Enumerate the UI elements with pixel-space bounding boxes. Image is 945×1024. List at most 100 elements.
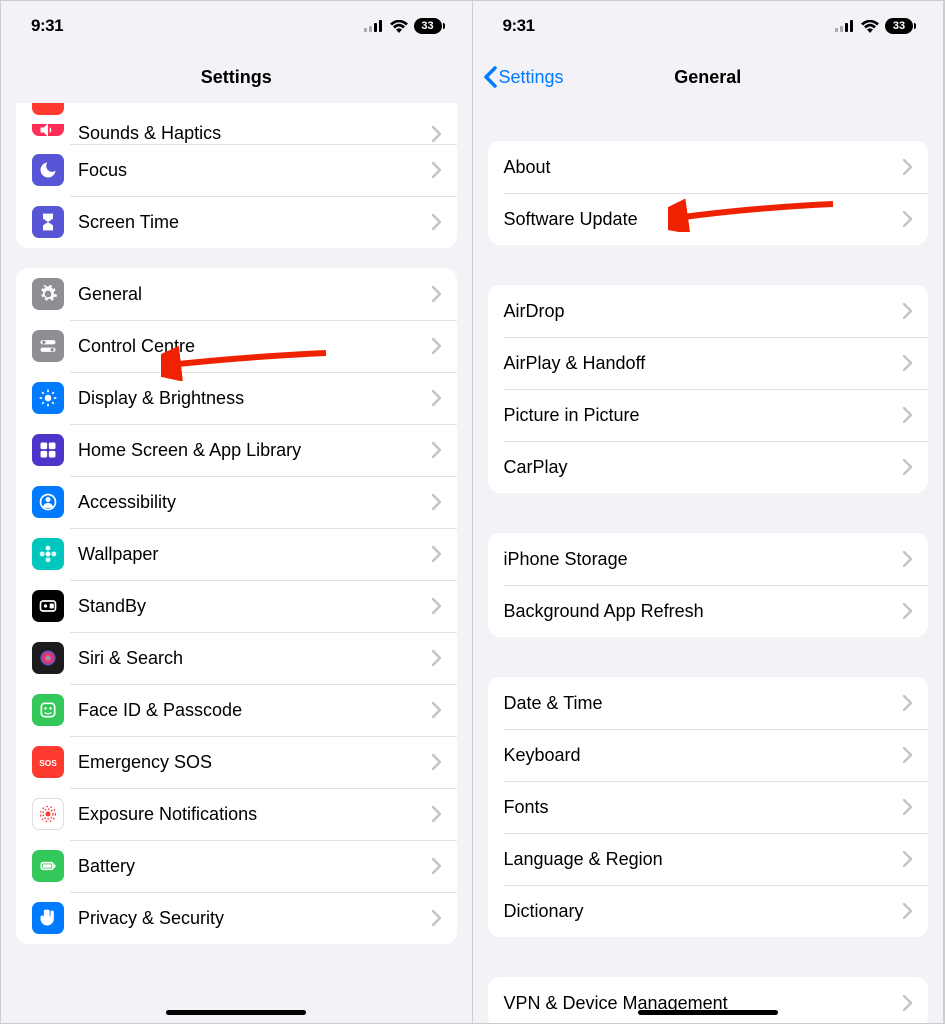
row-focus[interactable]: Focus [16, 144, 457, 196]
row-fonts[interactable]: Fonts [488, 781, 929, 833]
row-screen-time[interactable]: Screen Time [16, 196, 457, 248]
row-wallpaper[interactable]: Wallpaper [16, 528, 457, 580]
chevron-right-icon [432, 598, 441, 614]
moon-icon [32, 154, 64, 186]
row-label: StandBy [78, 596, 432, 617]
row-home-screen[interactable]: Home Screen & App Library [16, 424, 457, 476]
row-pip[interactable]: Picture in Picture [488, 389, 929, 441]
chevron-right-icon [903, 459, 912, 475]
chevron-right-icon [432, 806, 441, 822]
row-general[interactable]: General [16, 268, 457, 320]
battery-icon: 33 [414, 18, 442, 34]
hourglass-icon [32, 206, 64, 238]
row-language-region[interactable]: Language & Region [488, 833, 929, 885]
clock-icon [32, 590, 64, 622]
row-airplay-handoff[interactable]: AirPlay & Handoff [488, 337, 929, 389]
row-keyboard[interactable]: Keyboard [488, 729, 929, 781]
status-bar: 9:31 33 [473, 1, 944, 51]
row-label: Sounds & Haptics [78, 123, 432, 144]
row-label: Fonts [504, 797, 904, 818]
phone-settings: 9:31 33 Settings Sounds & Haptics Focus Sc… [1, 1, 473, 1023]
chevron-right-icon [903, 995, 912, 1011]
chevron-left-icon [483, 66, 497, 88]
row-sounds-haptics[interactable]: Sounds & Haptics [16, 123, 457, 144]
row-display-brightness[interactable]: Display & Brightness [16, 372, 457, 424]
hand-icon [32, 902, 64, 934]
general-group-3: iPhone Storage Background App Refresh [488, 533, 929, 637]
row-label: Language & Region [504, 849, 904, 870]
chevron-right-icon [432, 546, 441, 562]
row-exposure[interactable]: Exposure Notifications [16, 788, 457, 840]
settings-group-2: GeneralControl CentreDisplay & Brightnes… [16, 268, 457, 944]
chevron-right-icon [432, 858, 441, 874]
flower-icon [32, 538, 64, 570]
row-label: AirDrop [504, 301, 904, 322]
row-bg-app-refresh[interactable]: Background App Refresh [488, 585, 929, 637]
row-iphone-storage[interactable]: iPhone Storage [488, 533, 929, 585]
face-icon [32, 694, 64, 726]
row-label: Dictionary [504, 901, 904, 922]
row-label: Software Update [504, 209, 904, 230]
battery-icon [32, 850, 64, 882]
chevron-right-icon [903, 551, 912, 567]
back-button[interactable]: Settings [483, 66, 564, 88]
siri-icon [32, 642, 64, 674]
row-label: Battery [78, 856, 432, 877]
row-dictionary[interactable]: Dictionary [488, 885, 929, 937]
partial-icon [32, 103, 64, 115]
settings-list[interactable]: Sounds & Haptics Focus Screen Time General… [1, 103, 472, 1023]
row-emergency-sos[interactable]: SOS Emergency SOS [16, 736, 457, 788]
nav-bar: Settings General [473, 51, 944, 103]
chevron-right-icon [903, 903, 912, 919]
nav-title: Settings [201, 67, 272, 88]
row-vpn-device-management[interactable]: VPN & Device Management [488, 977, 929, 1023]
general-group-1: About Software Update [488, 141, 929, 245]
partial-row [16, 103, 457, 123]
general-group-2: AirDrop AirPlay & HandoffPicture in Pictu… [488, 285, 929, 493]
partial-group: Sounds & Haptics Focus Screen Time [16, 103, 457, 248]
row-siri-search[interactable]: Siri & Search [16, 632, 457, 684]
gear-icon [32, 278, 64, 310]
row-software-update[interactable]: Software Update [488, 193, 929, 245]
row-label: Focus [78, 160, 432, 181]
row-carplay[interactable]: CarPlay [488, 441, 929, 493]
row-about[interactable]: About [488, 141, 929, 193]
general-group-5: VPN & Device Management [488, 977, 929, 1023]
nav-bar: Settings [1, 51, 472, 103]
row-faceid[interactable]: Face ID & Passcode [16, 684, 457, 736]
chevron-right-icon [432, 338, 441, 354]
status-icons: 33 [835, 18, 913, 34]
person-icon [32, 486, 64, 518]
home-indicator [638, 1010, 778, 1015]
row-standby[interactable]: StandBy [16, 580, 457, 632]
svg-text:SOS: SOS [39, 758, 57, 768]
row-label: Emergency SOS [78, 752, 432, 773]
sun-icon [32, 382, 64, 414]
row-airdrop[interactable]: AirDrop [488, 285, 929, 337]
chevron-right-icon [903, 159, 912, 175]
general-group-4: Date & Time Keyboard Fonts Language & Regio… [488, 677, 929, 937]
row-label: Background App Refresh [504, 601, 904, 622]
row-privacy[interactable]: Privacy & Security [16, 892, 457, 944]
chevron-right-icon [903, 799, 912, 815]
chevron-right-icon [903, 851, 912, 867]
row-battery[interactable]: Battery [16, 840, 457, 892]
status-bar: 9:31 33 [1, 1, 472, 51]
row-date-time[interactable]: Date & Time [488, 677, 929, 729]
row-control-centre[interactable]: Control Centre [16, 320, 457, 372]
exposure-icon [32, 798, 64, 830]
chevron-right-icon [903, 407, 912, 423]
battery-icon: 33 [885, 18, 913, 34]
cellular-icon [364, 20, 384, 32]
row-accessibility[interactable]: Accessibility [16, 476, 457, 528]
chevron-right-icon [432, 126, 441, 142]
grid-icon [32, 434, 64, 466]
chevron-right-icon [432, 286, 441, 302]
row-label: Wallpaper [78, 544, 432, 565]
speaker-icon [32, 124, 64, 136]
row-label: Date & Time [504, 693, 904, 714]
chevron-right-icon [432, 494, 441, 510]
general-list[interactable]: About Software Update AirDrop AirPlay & Ha… [473, 103, 944, 1023]
row-label: Keyboard [504, 745, 904, 766]
row-label: About [504, 157, 904, 178]
